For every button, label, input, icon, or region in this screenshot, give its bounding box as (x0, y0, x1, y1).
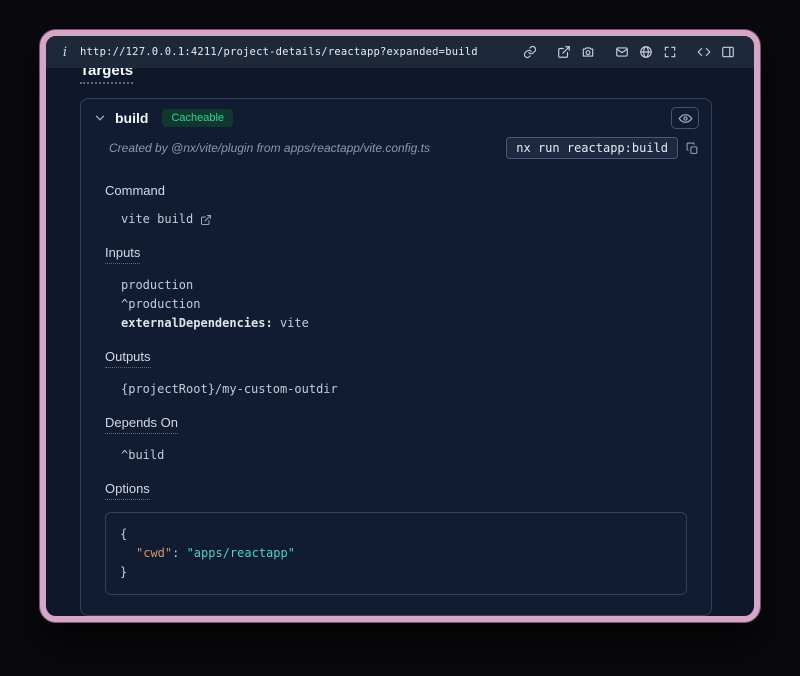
targets-heading-label: Targets (80, 68, 133, 84)
url-text[interactable]: http://127.0.0.1:4211/project-details/re… (80, 46, 478, 58)
input-item: externalDependencies: vite (105, 314, 695, 333)
run-command-group: nx run reactapp:build (506, 137, 699, 159)
chevron-down-icon[interactable] (93, 111, 107, 125)
info-icon: i (60, 45, 70, 60)
camera-icon[interactable] (576, 45, 600, 59)
input-item: ^production (105, 295, 695, 314)
json-colon: : (172, 546, 186, 560)
command-value-row: vite build (105, 210, 695, 229)
depends-on-label: Depends On (105, 415, 695, 434)
toolbar-icon-group (518, 45, 740, 59)
external-deps-value: vite (273, 316, 309, 330)
depends-on-section: Depends On ^build (105, 415, 695, 465)
external-link-icon[interactable] (200, 214, 212, 226)
pop-out-icon[interactable] (552, 45, 576, 59)
command-value: vite build (121, 210, 193, 229)
outputs-section: Outputs {projectRoot}/my-custom-outdir (105, 349, 695, 399)
output-item: {projectRoot}/my-custom-outdir (105, 380, 695, 399)
depends-on-item: ^build (105, 446, 695, 465)
cacheable-badge: Cacheable (162, 109, 233, 127)
command-label: Command (105, 183, 695, 198)
browser-toolbar: i http://127.0.0.1:4211/project-details/… (46, 36, 754, 68)
code-line: } (120, 563, 672, 582)
options-section: Options { "cwd": "apps/reactapp" } (105, 481, 695, 595)
inputs-section: Inputs production ^production externalDe… (105, 245, 695, 333)
mail-icon[interactable] (610, 45, 634, 59)
json-value: "apps/reactapp" (187, 546, 295, 560)
command-section: Command vite build (105, 183, 695, 229)
input-item: production (105, 276, 695, 295)
globe-icon[interactable] (634, 45, 658, 59)
external-deps-key: externalDependencies: (121, 316, 273, 330)
build-target-card: build Cacheable Created by @nx/vite/plug… (80, 98, 712, 616)
targets-heading: Targets (80, 68, 712, 84)
browser-window: i http://127.0.0.1:4211/project-details/… (40, 30, 760, 622)
json-key: "cwd" (136, 546, 172, 560)
fullscreen-icon[interactable] (658, 45, 682, 59)
project-details-page: Targets build Cacheable Created by @nx/v… (46, 68, 754, 616)
options-label: Options (105, 481, 695, 500)
code-line: "cwd": "apps/reactapp" (120, 544, 672, 563)
options-code-block: { "cwd": "apps/reactapp" } (105, 512, 687, 595)
build-target-body: Command vite build Inputs production ^pr… (81, 173, 711, 615)
outputs-label: Outputs (105, 349, 695, 368)
build-target-subheader: Created by @nx/vite/plugin from apps/rea… (81, 135, 711, 173)
target-name: build (115, 110, 148, 126)
inputs-label: Inputs (105, 245, 695, 264)
run-command-chip: nx run reactapp:build (506, 137, 678, 159)
copy-icon[interactable] (686, 142, 699, 155)
view-target-button[interactable] (671, 107, 699, 129)
sidebar-layout-icon[interactable] (716, 45, 740, 59)
build-target-header[interactable]: build Cacheable (81, 99, 711, 135)
code-icon[interactable] (692, 45, 716, 59)
code-line: { (120, 525, 672, 544)
created-by-text: Created by @nx/vite/plugin from apps/rea… (109, 141, 430, 155)
link-icon[interactable] (518, 45, 542, 59)
